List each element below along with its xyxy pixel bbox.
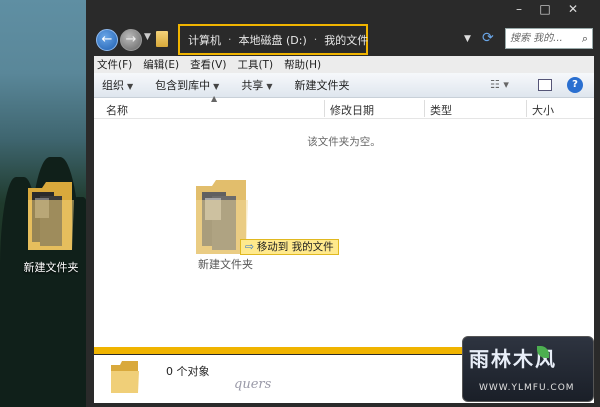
column-size[interactable]: 大小 [532, 102, 554, 118]
column-date-modified[interactable]: 修改日期 [330, 102, 374, 118]
desktop-folder-item[interactable]: 新建文件夹 [16, 178, 86, 275]
address-folder-icon [156, 31, 168, 47]
dragged-folder-label: 新建文件夹 [198, 258, 253, 271]
chevron-down-icon: ▼ [213, 82, 220, 91]
column-divider[interactable] [324, 100, 325, 117]
breadcrumb-item-folder[interactable]: 我的文件 [324, 32, 368, 48]
menu-tools[interactable]: 工具(T) [237, 57, 273, 72]
folder-icon [28, 182, 74, 250]
menu-file[interactable]: 文件(F) [97, 57, 132, 72]
back-button[interactable]: ← [96, 29, 118, 51]
address-bar: ← → ▼ 计算机 · 本地磁盘 (D:) · 我的文件 ▼ ⟳ 搜索 我的..… [86, 22, 600, 56]
breadcrumb-item-computer[interactable]: 计算机 [188, 32, 221, 48]
folder-icon [110, 359, 142, 398]
column-header-row: ▲ 名称 修改日期 类型 大小 [94, 94, 594, 119]
desktop-folder-label: 新建文件夹 [23, 261, 79, 274]
new-folder-button[interactable]: 新建文件夹 [294, 77, 349, 93]
menu-view[interactable]: 查看(V) [190, 57, 226, 72]
column-type[interactable]: 类型 [430, 102, 452, 118]
drag-tooltip: ⇨ 移动到 我的文件 [240, 239, 339, 255]
item-count: 0 个对象 [166, 365, 210, 378]
column-divider[interactable] [424, 100, 425, 117]
file-list-pane[interactable]: ▲ 名称 修改日期 类型 大小 该文件夹为空。 新建文件夹 ⇨ 移动到 我的文件 [94, 94, 594, 354]
search-icon[interactable]: ⌕ [582, 29, 588, 48]
organize-button[interactable]: 组织 ▼ [102, 77, 133, 93]
breadcrumb-separator: · [313, 33, 318, 46]
breadcrumb[interactable]: 计算机 · 本地磁盘 (D:) · 我的文件 [178, 24, 368, 55]
menu-help[interactable]: 帮助(H) [284, 57, 321, 72]
organize-label: 组织 [102, 79, 124, 92]
view-options-icon[interactable]: ☷ ▾ [490, 78, 509, 91]
column-name[interactable]: 名称 [106, 102, 128, 118]
watermark-url: WWW.YLMFU.COM [479, 383, 575, 393]
site-watermark: 雨林木风 WWW.YLMFU.COM [462, 336, 594, 402]
move-arrow-icon: ⇨ [245, 241, 254, 253]
breadcrumb-item-drive[interactable]: 本地磁盘 (D:) [239, 32, 307, 48]
title-bar: – □ ✕ [86, 0, 600, 22]
preview-pane-icon[interactable] [538, 79, 552, 91]
search-input[interactable]: 搜索 我的... ⌕ [505, 28, 593, 49]
sort-indicator-icon: ▲ [211, 94, 218, 103]
share-button[interactable]: 共享 ▼ [241, 77, 272, 93]
breadcrumb-separator: · [228, 33, 232, 46]
chevron-down-icon: ▼ [266, 82, 273, 91]
signature-watermark: quers [234, 377, 272, 392]
menu-edit[interactable]: 编辑(E) [143, 57, 179, 72]
menu-bar: 文件(F) 编辑(E) 查看(V) 工具(T) 帮助(H) [94, 56, 594, 73]
help-icon[interactable]: ? [567, 77, 583, 93]
empty-folder-message: 该文件夹为空。 [307, 136, 381, 148]
maximize-button[interactable]: □ [532, 0, 558, 18]
include-in-library-label: 包含到库中 [155, 79, 211, 92]
command-bar: 组织 ▼ 包含到库中 ▼ 共享 ▼ 新建文件夹 ☷ ▾ ? [94, 73, 594, 98]
refresh-icon[interactable]: ⟳ [482, 30, 494, 46]
search-placeholder: 搜索 我的... [510, 33, 563, 44]
history-dropdown-icon[interactable]: ▼ [144, 32, 151, 42]
drag-tooltip-text: 移动到 我的文件 [256, 241, 334, 253]
share-label: 共享 [241, 79, 264, 92]
chevron-down-icon: ▼ [127, 82, 134, 91]
minimize-button[interactable]: – [506, 0, 532, 18]
include-in-library-button[interactable]: 包含到库中 ▼ [155, 77, 219, 93]
address-dropdown-icon[interactable]: ▼ [464, 34, 471, 44]
close-button[interactable]: ✕ [560, 0, 586, 18]
column-divider[interactable] [526, 100, 527, 117]
forward-button[interactable]: → [120, 29, 142, 51]
